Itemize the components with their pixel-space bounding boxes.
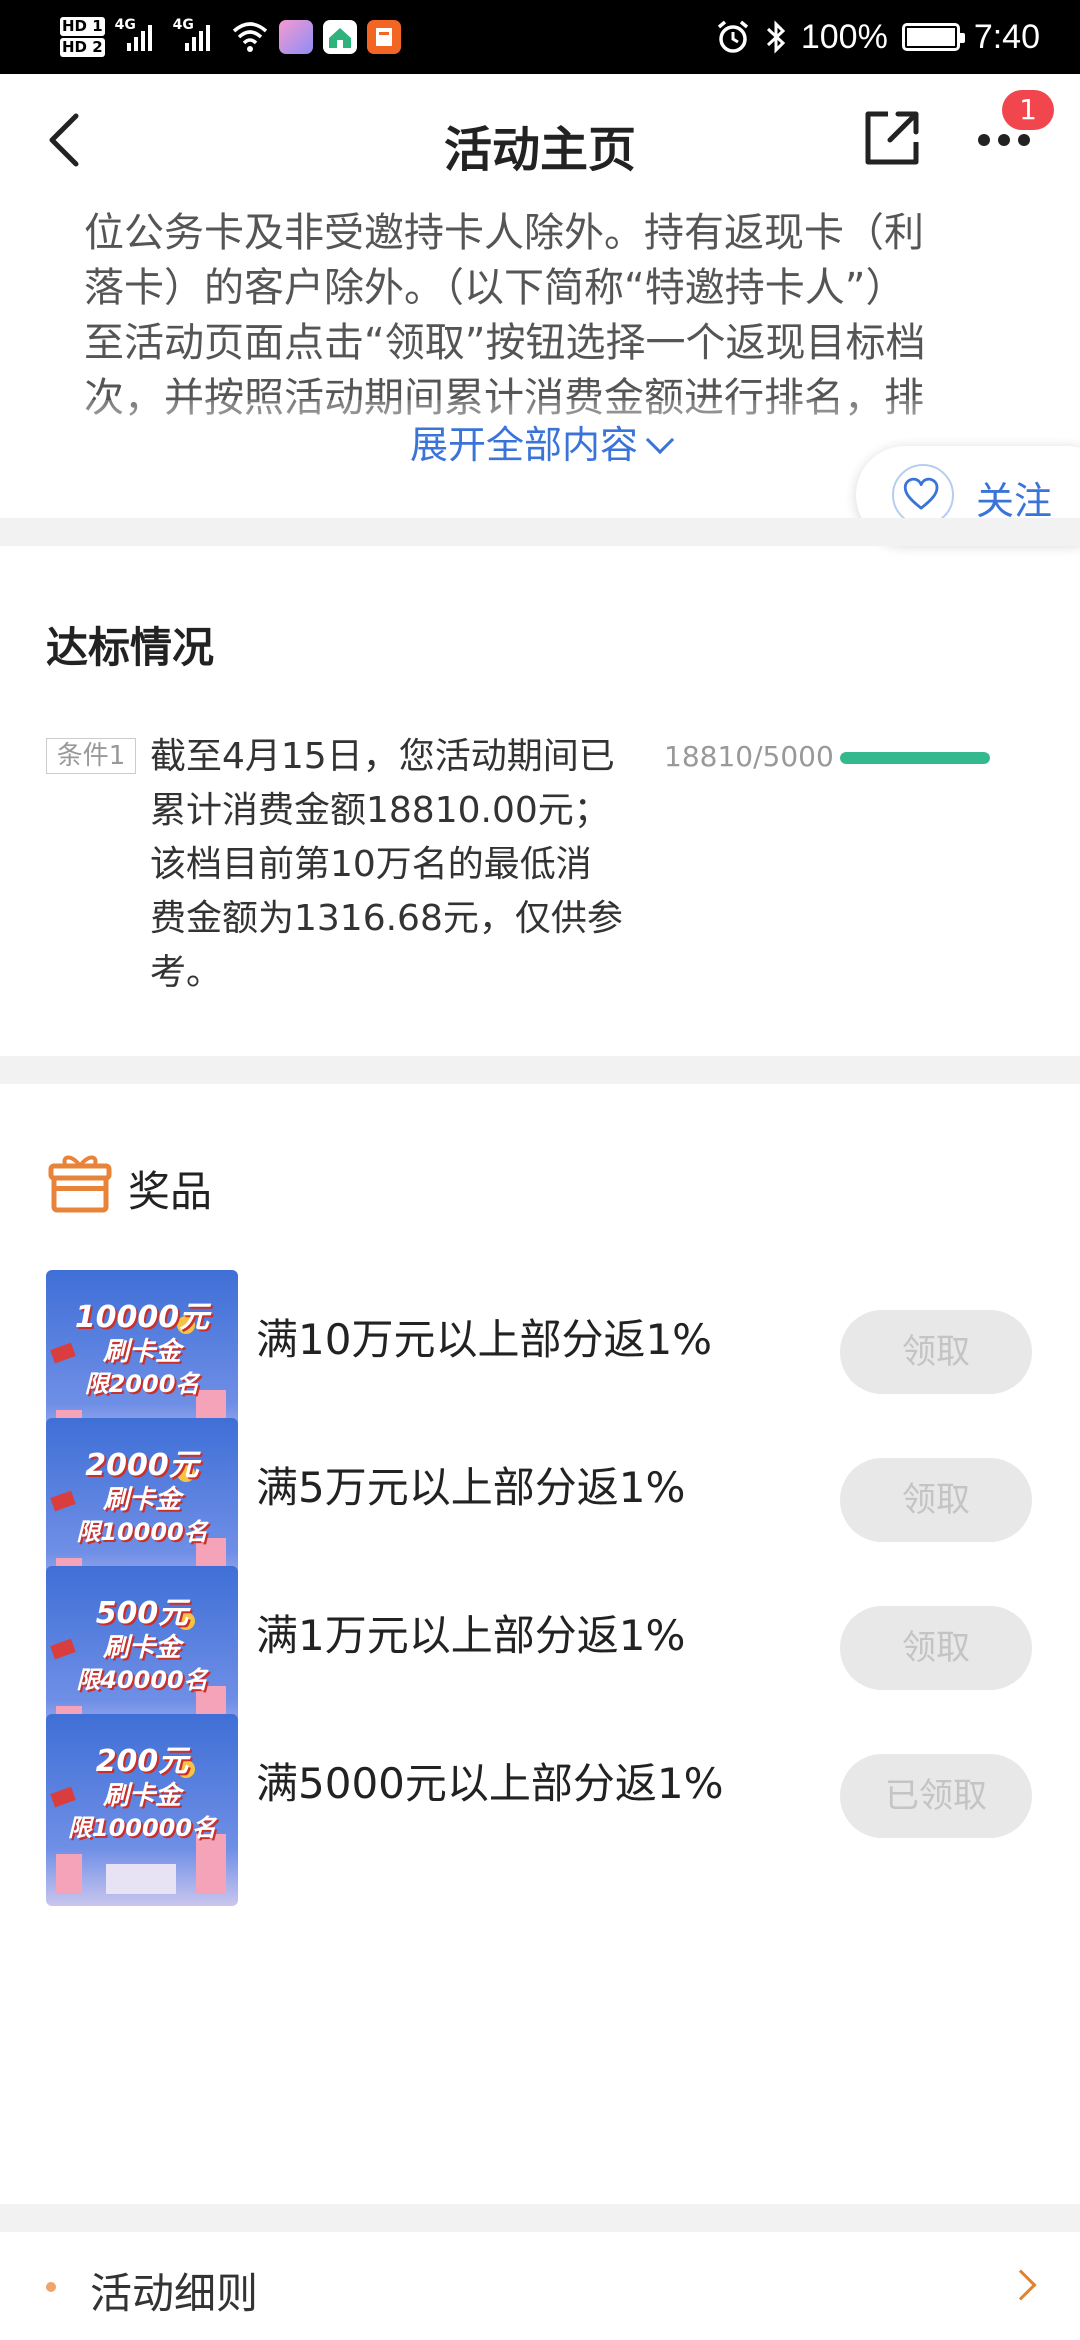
progress-fill (840, 752, 990, 764)
prize-name: 满5000元以上部分返1% (256, 1759, 724, 1808)
prize-name: 满5万元以上部分返1% (256, 1463, 686, 1512)
shop-app-notification-icon (366, 20, 401, 54)
condition-line: 该档目前第10万名的最低消 (150, 844, 592, 885)
nav-header: 活动主页 1 (0, 74, 1080, 206)
bullet-dot (46, 2282, 56, 2292)
app-notification-icon (278, 20, 313, 54)
prize-type: 刷卡金 (102, 1633, 181, 1663)
section-divider (0, 518, 1080, 546)
section-divider (0, 2204, 1080, 2232)
bluetooth-icon (766, 20, 786, 54)
status-bar: HD 1 HD 2 4G 4G 100% 7:40 (0, 0, 1080, 74)
heart-icon (892, 464, 954, 526)
status-section-title: 达标情况 (46, 623, 215, 672)
prize-name: 满10万元以上部分返1% (256, 1315, 713, 1364)
signal-icon-2: 4G (173, 17, 221, 57)
clock: 7:40 (973, 17, 1040, 56)
alarm-icon (717, 20, 748, 53)
gift-icon (48, 1155, 112, 1213)
claim-button[interactable]: 领取 (840, 1458, 1032, 1542)
prizes-title: 奖品 (128, 1167, 213, 1216)
prize-type: 刷卡金 (102, 1781, 181, 1811)
prize-name: 满1万元以上部分返1% (256, 1611, 686, 1660)
description-line: 至活动页面点击“领取”按钮选择一个返现目标档 (84, 320, 926, 366)
section-divider (0, 1056, 1080, 1084)
prize-amount: 2000元 (85, 1448, 199, 1483)
notification-badge: 1 (1002, 90, 1054, 130)
battery-percent: 100% (800, 17, 888, 56)
prize-type: 刷卡金 (102, 1485, 181, 1515)
claim-button[interactable]: 已领取 (840, 1754, 1032, 1838)
expand-all-label: 展开全部内容 (409, 423, 638, 467)
prize-limit: 限2000名 (84, 1370, 200, 1398)
prize-amount: 200元 (95, 1744, 189, 1779)
hd1-label: HD 1 (60, 17, 105, 36)
progress-bar (840, 752, 990, 764)
prize-row: 200元 刷卡金 限100000名 满5000元以上部分返1% 已领取 (0, 1714, 1080, 1906)
chevron-down-icon (645, 425, 675, 455)
condition-line: 截至4月15日，您活动期间已 (150, 736, 615, 777)
home-app-notification-icon (322, 20, 357, 54)
prize-image: 200元 刷卡金限100000名 (46, 1714, 238, 1906)
claim-button[interactable]: 领取 (840, 1310, 1032, 1394)
condition-tag: 条件1 (46, 738, 136, 774)
battery-icon (901, 23, 965, 51)
condition-line: 累计消费金额18810.00元； (150, 790, 610, 831)
wifi-icon (232, 22, 267, 52)
share-button[interactable] (862, 106, 924, 168)
hd2-label: HD 2 (60, 38, 105, 57)
prize-limit: 限10000名 (76, 1518, 208, 1546)
prize-limit: 限40000名 (76, 1666, 208, 1694)
signal-icon: 4G (115, 17, 163, 57)
condition-line: 考。 (150, 952, 223, 993)
prize-limit: 限100000名 (67, 1814, 217, 1842)
description-line: 落卡）的客户除外。（以下简称“特邀持卡人”） (84, 265, 906, 311)
condition-line: 费金额为1316.68元，仅供参 (150, 898, 623, 939)
hd-indicator: HD 1 HD 2 (60, 16, 105, 58)
prize-amount: 10000元 (74, 1300, 210, 1335)
claim-button[interactable]: 领取 (840, 1606, 1032, 1690)
prize-amount: 500元 (95, 1596, 189, 1631)
follow-label: 关注 (976, 479, 1053, 523)
description-line: 位公务卡及非受邀持卡人除外。持有返现卡（利 (84, 210, 924, 256)
activity-rules-label: 活动细则 (90, 2269, 259, 2318)
activity-rules-row[interactable]: 活动细则 (0, 2232, 1080, 2340)
chevron-right-icon (1005, 2269, 1037, 2301)
prize-type: 刷卡金 (102, 1337, 181, 1367)
condition-text: 截至4月15日，您活动期间已 累计消费金额18810.00元； 该档目前第10万… (150, 730, 650, 1000)
progress-value: 18810/5000 (664, 740, 834, 773)
